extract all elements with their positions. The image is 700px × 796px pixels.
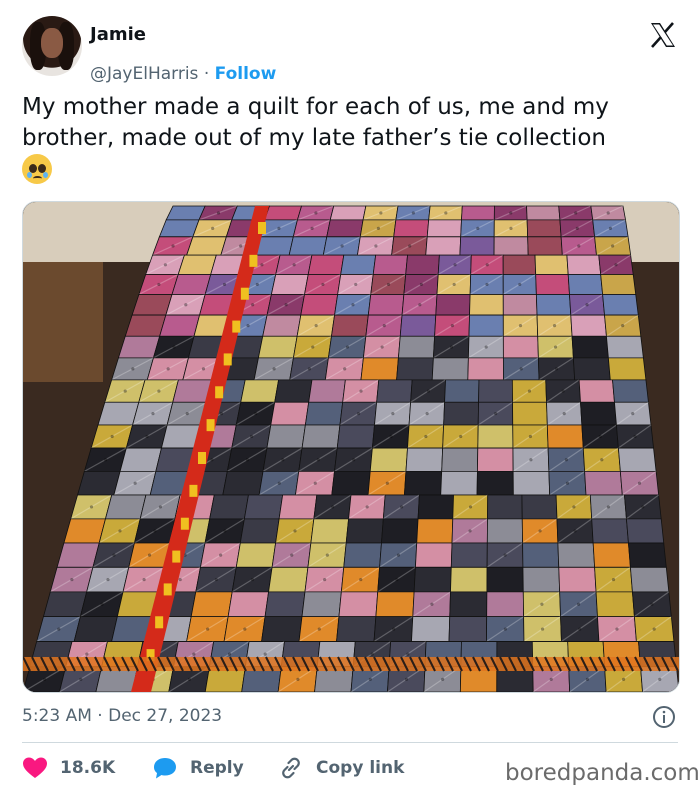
tweet-time: 5:23 AM (22, 706, 92, 726)
tweet-text: My mother made a quilt for each of us, m… (22, 94, 609, 151)
reply-button[interactable]: Reply (152, 752, 244, 784)
like-button[interactable]: 18.6K (22, 752, 115, 784)
reply-label: Reply (190, 758, 244, 778)
copy-link-label: Copy link (316, 758, 405, 778)
tweet-timestamp[interactable]: 5:23 AM · Dec 27, 2023 (22, 706, 222, 726)
info-icon[interactable] (652, 705, 676, 729)
face-holding-back-tears-icon (22, 154, 52, 184)
boredpanda-watermark: boredpanda.com (505, 760, 700, 786)
like-count: 18.6K (60, 758, 116, 778)
follow-button[interactable]: Follow (215, 64, 277, 84)
author-name[interactable]: Jamie (90, 24, 146, 45)
tweet-photo[interactable] (22, 201, 680, 693)
link-icon (282, 757, 300, 779)
handle-separator: · (203, 64, 210, 84)
x-logo-icon[interactable] (648, 20, 678, 50)
tweet-header: Jamie @JayElHarris · Follow (22, 16, 682, 84)
author-handle[interactable]: @JayElHarris (90, 64, 198, 84)
handle-row: @JayElHarris · Follow (90, 64, 276, 84)
divider (22, 742, 678, 743)
avatar[interactable] (22, 16, 82, 76)
copy-link-button[interactable]: Copy link (278, 752, 404, 784)
timestamp-separator: · (97, 706, 103, 726)
tie-quilt-photo (23, 202, 679, 692)
reply-bubble-icon (154, 758, 176, 779)
heart-icon (23, 757, 47, 778)
tweet-text-container: My mother made a quilt for each of us, m… (22, 92, 682, 189)
tweet-date: Dec 27, 2023 (108, 706, 223, 726)
